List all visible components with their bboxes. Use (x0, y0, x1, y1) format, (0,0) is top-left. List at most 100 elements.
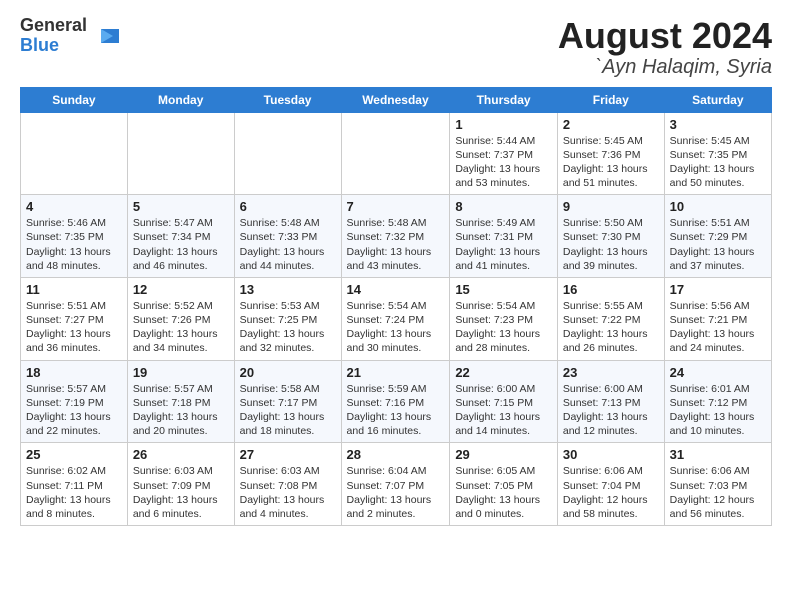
calendar-cell: 26 Sunrise: 6:03 AM Sunset: 7:09 PM Dayli… (127, 443, 234, 526)
day-info: Sunrise: 6:06 AM Sunset: 7:04 PM Dayligh… (563, 464, 659, 521)
day-info: Sunrise: 5:57 AM Sunset: 7:19 PM Dayligh… (26, 382, 122, 439)
weekday-header-row: SundayMondayTuesdayWednesdayThursdayFrid… (21, 87, 772, 112)
weekday-header-monday: Monday (127, 87, 234, 112)
day-info: Sunrise: 5:49 AM Sunset: 7:31 PM Dayligh… (455, 216, 552, 273)
weekday-header-sunday: Sunday (21, 87, 128, 112)
day-info: Sunrise: 5:51 AM Sunset: 7:27 PM Dayligh… (26, 299, 122, 356)
calendar-cell: 12Sunrise: 5:52 AM Sunset: 7:26 PM Dayli… (127, 277, 234, 360)
day-info: Sunrise: 6:03 AM Sunset: 7:08 PM Dayligh… (240, 464, 336, 521)
calendar-week-3: 11 Sunrise: 5:51 AM Sunset: 7:27 PM Dayli… (21, 277, 772, 360)
day-info: Sunrise: 5:52 AM Sunset: 7:26 PM Dayligh… (133, 299, 229, 356)
logo-general-text: General (20, 16, 87, 36)
day-number: 13 (240, 282, 336, 297)
calendar-cell: 8 Sunrise: 5:49 AM Sunset: 7:31 PM Daylig… (450, 195, 558, 278)
day-number: 14 (347, 282, 445, 297)
day-number: 23 (563, 365, 659, 380)
calendar-cell (127, 112, 234, 195)
calendar-cell: 16Sunrise: 5:55 AM Sunset: 7:22 PM Dayli… (557, 277, 664, 360)
day-number: 9 (563, 199, 659, 214)
day-number: 30 (563, 447, 659, 462)
day-number: 29 (455, 447, 552, 462)
day-number: 8 (455, 199, 552, 214)
calendar-cell: 5 Sunrise: 5:47 AM Sunset: 7:34 PM Daylig… (127, 195, 234, 278)
day-info: Sunrise: 5:44 AM Sunset: 7:37 PM Dayligh… (455, 134, 552, 191)
logo-icon (91, 21, 121, 51)
calendar-page: General Blue August 2024 `Ayn Halaqim, S… (0, 0, 792, 542)
day-info: Sunrise: 6:05 AM Sunset: 7:05 PM Dayligh… (455, 464, 552, 521)
day-number: 6 (240, 199, 336, 214)
day-info: Sunrise: 6:03 AM Sunset: 7:09 PM Dayligh… (133, 464, 229, 521)
calendar-cell: 6 Sunrise: 5:48 AM Sunset: 7:33 PM Daylig… (234, 195, 341, 278)
calendar-cell: 27Sunrise: 6:03 AM Sunset: 7:08 PM Dayli… (234, 443, 341, 526)
calendar-cell: 7 Sunrise: 5:48 AM Sunset: 7:32 PM Daylig… (341, 195, 450, 278)
calendar-week-1: 1 Sunrise: 5:44 AM Sunset: 7:37 PM Daylig… (21, 112, 772, 195)
day-number: 4 (26, 199, 122, 214)
calendar-cell (21, 112, 128, 195)
calendar-cell: 14 Sunrise: 5:54 AM Sunset: 7:24 PM Dayli… (341, 277, 450, 360)
day-number: 28 (347, 447, 445, 462)
day-info: Sunrise: 5:47 AM Sunset: 7:34 PM Dayligh… (133, 216, 229, 273)
day-info: Sunrise: 6:00 AM Sunset: 7:15 PM Dayligh… (455, 382, 552, 439)
logo-blue-text: Blue (20, 36, 87, 56)
calendar-cell: 21 Sunrise: 5:59 AM Sunset: 7:16 PM Dayli… (341, 360, 450, 443)
calendar-cell (341, 112, 450, 195)
calendar-cell: 17Sunrise: 5:56 AM Sunset: 7:21 PM Dayli… (664, 277, 771, 360)
weekday-header-saturday: Saturday (664, 87, 771, 112)
calendar-cell: 28 Sunrise: 6:04 AM Sunset: 7:07 PM Dayli… (341, 443, 450, 526)
calendar-cell: 23 Sunrise: 6:00 AM Sunset: 7:13 PM Dayli… (557, 360, 664, 443)
day-number: 21 (347, 365, 445, 380)
day-info: Sunrise: 5:58 AM Sunset: 7:17 PM Dayligh… (240, 382, 336, 439)
weekday-header-wednesday: Wednesday (341, 87, 450, 112)
calendar-cell: 31Sunrise: 6:06 AM Sunset: 7:03 PM Dayli… (664, 443, 771, 526)
title-month: August 2024 (558, 16, 772, 56)
day-info: Sunrise: 5:45 AM Sunset: 7:35 PM Dayligh… (670, 134, 766, 191)
day-number: 31 (670, 447, 766, 462)
day-info: Sunrise: 6:04 AM Sunset: 7:07 PM Dayligh… (347, 464, 445, 521)
day-number: 26 (133, 447, 229, 462)
day-number: 17 (670, 282, 766, 297)
logo: General Blue (20, 16, 121, 56)
calendar-cell: 10 Sunrise: 5:51 AM Sunset: 7:29 PM Dayli… (664, 195, 771, 278)
calendar-cell: 19Sunrise: 5:57 AM Sunset: 7:18 PM Dayli… (127, 360, 234, 443)
calendar-week-5: 25 Sunrise: 6:02 AM Sunset: 7:11 PM Dayli… (21, 443, 772, 526)
day-info: Sunrise: 5:54 AM Sunset: 7:24 PM Dayligh… (347, 299, 445, 356)
calendar-cell: 30 Sunrise: 6:06 AM Sunset: 7:04 PM Dayli… (557, 443, 664, 526)
day-number: 16 (563, 282, 659, 297)
day-number: 1 (455, 117, 552, 132)
day-number: 5 (133, 199, 229, 214)
day-number: 25 (26, 447, 122, 462)
weekday-header-tuesday: Tuesday (234, 87, 341, 112)
calendar-week-4: 18 Sunrise: 5:57 AM Sunset: 7:19 PM Dayli… (21, 360, 772, 443)
day-info: Sunrise: 5:46 AM Sunset: 7:35 PM Dayligh… (26, 216, 122, 273)
day-info: Sunrise: 5:48 AM Sunset: 7:33 PM Dayligh… (240, 216, 336, 273)
day-number: 24 (670, 365, 766, 380)
day-info: Sunrise: 5:48 AM Sunset: 7:32 PM Dayligh… (347, 216, 445, 273)
day-number: 15 (455, 282, 552, 297)
day-info: Sunrise: 5:51 AM Sunset: 7:29 PM Dayligh… (670, 216, 766, 273)
calendar-cell: 1 Sunrise: 5:44 AM Sunset: 7:37 PM Daylig… (450, 112, 558, 195)
calendar-table: SundayMondayTuesdayWednesdayThursdayFrid… (20, 87, 772, 526)
day-number: 2 (563, 117, 659, 132)
title-block: August 2024 `Ayn Halaqim, Syria (558, 16, 772, 79)
day-info: Sunrise: 5:59 AM Sunset: 7:16 PM Dayligh… (347, 382, 445, 439)
day-info: Sunrise: 5:45 AM Sunset: 7:36 PM Dayligh… (563, 134, 659, 191)
day-info: Sunrise: 6:00 AM Sunset: 7:13 PM Dayligh… (563, 382, 659, 439)
weekday-header-friday: Friday (557, 87, 664, 112)
calendar-cell: 4 Sunrise: 5:46 AM Sunset: 7:35 PM Daylig… (21, 195, 128, 278)
weekday-header-thursday: Thursday (450, 87, 558, 112)
day-info: Sunrise: 6:02 AM Sunset: 7:11 PM Dayligh… (26, 464, 122, 521)
day-number: 18 (26, 365, 122, 380)
day-number: 11 (26, 282, 122, 297)
day-number: 20 (240, 365, 336, 380)
day-info: Sunrise: 6:01 AM Sunset: 7:12 PM Dayligh… (670, 382, 766, 439)
calendar-cell: 24 Sunrise: 6:01 AM Sunset: 7:12 PM Dayli… (664, 360, 771, 443)
day-info: Sunrise: 5:50 AM Sunset: 7:30 PM Dayligh… (563, 216, 659, 273)
day-number: 10 (670, 199, 766, 214)
calendar-cell: 22Sunrise: 6:00 AM Sunset: 7:15 PM Dayli… (450, 360, 558, 443)
calendar-cell (234, 112, 341, 195)
calendar-cell: 18 Sunrise: 5:57 AM Sunset: 7:19 PM Dayli… (21, 360, 128, 443)
calendar-cell: 25 Sunrise: 6:02 AM Sunset: 7:11 PM Dayli… (21, 443, 128, 526)
day-number: 7 (347, 199, 445, 214)
calendar-cell: 9 Sunrise: 5:50 AM Sunset: 7:30 PM Daylig… (557, 195, 664, 278)
calendar-cell: 3Sunrise: 5:45 AM Sunset: 7:35 PM Daylig… (664, 112, 771, 195)
